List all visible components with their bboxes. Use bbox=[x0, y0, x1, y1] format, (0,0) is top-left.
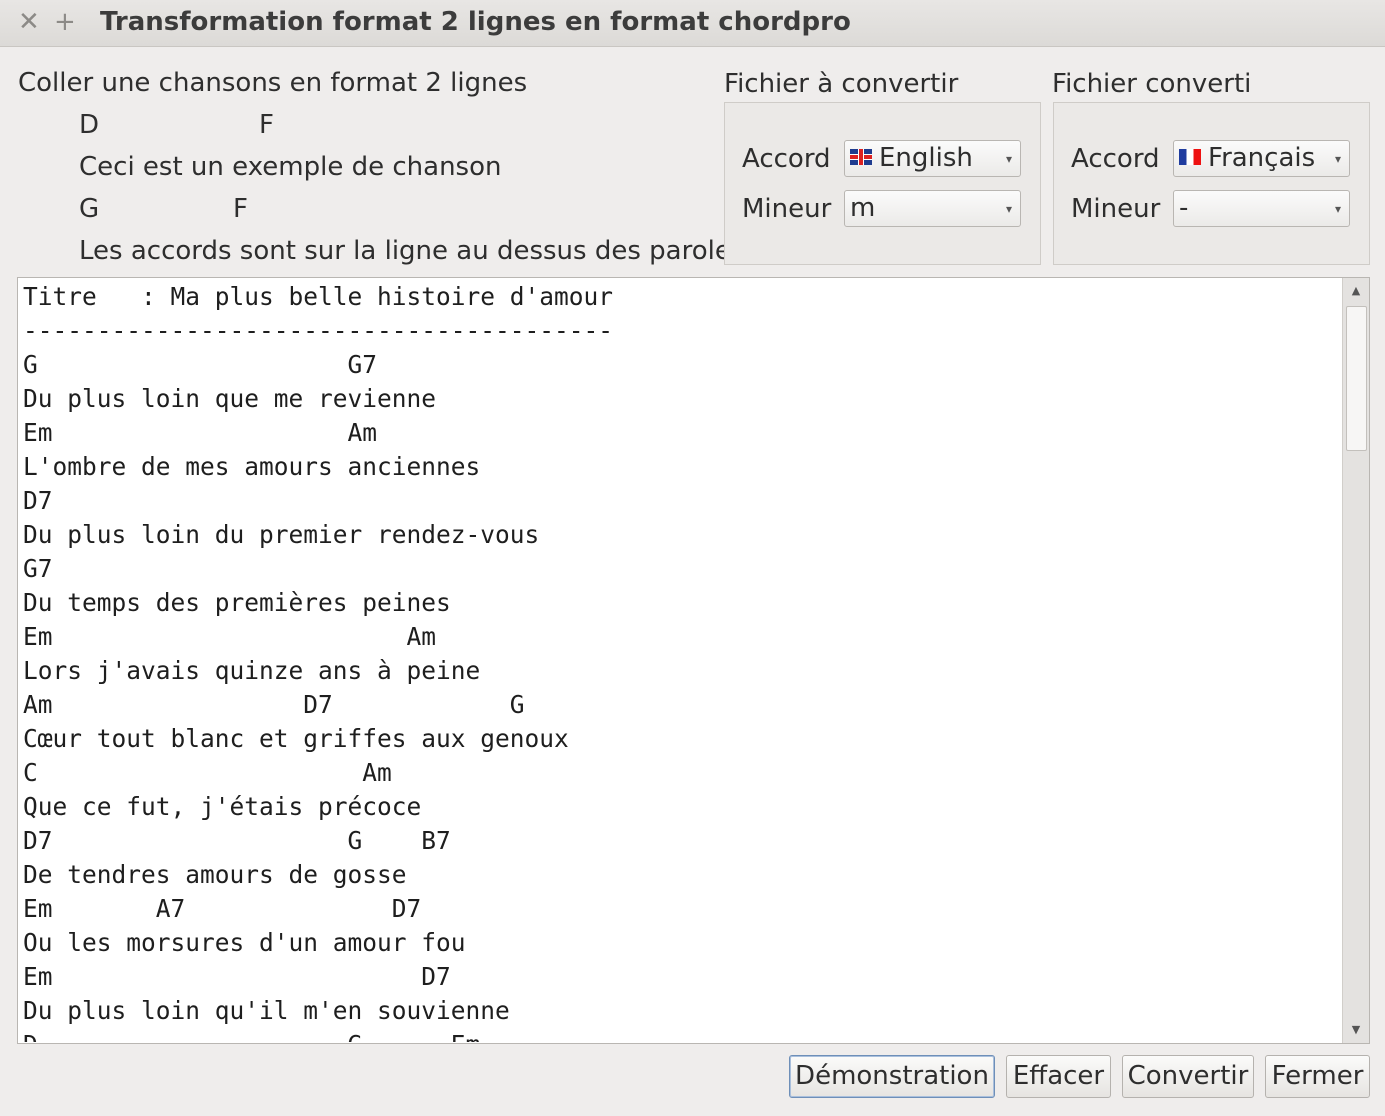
song-text-editor[interactable]: Titre : Ma plus belle histoire d'amour -… bbox=[17, 277, 1370, 1044]
close-window-icon[interactable]: ✕ bbox=[18, 6, 40, 38]
target-accord-value: Français bbox=[1208, 143, 1316, 173]
example-note: Les accords sont sur la ligne au dessus … bbox=[79, 236, 745, 266]
clear-button[interactable]: Effacer bbox=[1006, 1055, 1111, 1098]
chevron-down-icon: ▾ bbox=[1334, 152, 1341, 166]
instructions-title: Coller une chansons en format 2 lignes bbox=[18, 68, 528, 98]
chevron-down-icon: ▾ bbox=[1005, 202, 1012, 216]
scroll-up-icon[interactable]: ▲ bbox=[1343, 278, 1369, 304]
target-accord-label: Accord bbox=[1071, 144, 1160, 174]
source-accord-value: English bbox=[879, 143, 973, 173]
source-accord-select[interactable]: English ▾ bbox=[844, 140, 1021, 177]
example-chord: G bbox=[79, 194, 100, 224]
uk-flag-icon bbox=[850, 148, 872, 165]
target-mineur-label: Mineur bbox=[1071, 194, 1161, 224]
example-chord: D bbox=[79, 110, 100, 140]
target-file-group: Accord Français ▾ Mineur - ▾ bbox=[1053, 102, 1370, 265]
song-text-content[interactable]: Titre : Ma plus belle histoire d'amour -… bbox=[23, 280, 1338, 1042]
example-lyrics: Ceci est un exemple de chanson bbox=[79, 152, 502, 182]
example-chord: F bbox=[259, 110, 274, 140]
scroll-down-icon[interactable]: ▼ bbox=[1343, 1017, 1369, 1043]
source-mineur-label: Mineur bbox=[742, 194, 832, 224]
scrollbar-thumb[interactable] bbox=[1346, 306, 1367, 451]
fr-flag-icon bbox=[1179, 148, 1201, 165]
convert-button[interactable]: Convertir bbox=[1122, 1055, 1254, 1098]
chevron-down-icon: ▾ bbox=[1005, 152, 1012, 166]
window-title: Transformation format 2 lignes en format… bbox=[100, 7, 851, 37]
example-chord: F bbox=[233, 194, 248, 224]
target-accord-select[interactable]: Français ▾ bbox=[1173, 140, 1350, 177]
vertical-scrollbar[interactable]: ▲ ▼ bbox=[1342, 278, 1369, 1043]
chevron-down-icon: ▾ bbox=[1334, 202, 1341, 216]
target-file-group-title: Fichier converti bbox=[1052, 69, 1252, 99]
target-mineur-select[interactable]: - ▾ bbox=[1173, 190, 1350, 227]
source-accord-label: Accord bbox=[742, 144, 831, 174]
source-file-group: Accord English ▾ Mineur m ▾ bbox=[724, 102, 1041, 265]
close-button[interactable]: Fermer bbox=[1265, 1055, 1370, 1098]
maximize-window-icon[interactable]: + bbox=[54, 6, 76, 38]
source-mineur-value: m bbox=[850, 193, 876, 223]
title-bar: ✕ + Transformation format 2 lignes en fo… bbox=[0, 0, 1385, 47]
source-mineur-select[interactable]: m ▾ bbox=[844, 190, 1021, 227]
target-mineur-value: - bbox=[1179, 193, 1189, 223]
source-file-group-title: Fichier à convertir bbox=[724, 69, 959, 99]
demo-button[interactable]: Démonstration bbox=[789, 1055, 995, 1098]
